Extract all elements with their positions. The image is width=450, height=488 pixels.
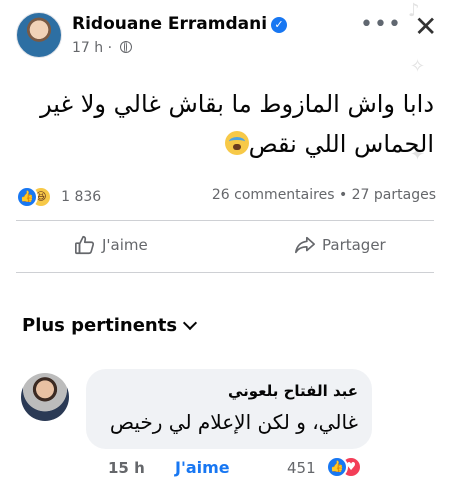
like-button-label: J'aime [102,236,148,254]
comment-text: غالي، و لكن الإعلام لي رخيص [109,410,358,434]
divider [16,272,434,273]
comment-like-button[interactable]: J'aime [175,458,230,477]
comment-time[interactable]: 15 h [108,459,145,477]
share-arrow-icon [295,236,315,254]
chevron-down-icon [182,315,198,331]
comment-author[interactable]: عبد الفتاح بلعوني [228,382,358,400]
anxious-face-emoji-icon [224,131,249,155]
like-reaction-icon: 👍 [16,186,38,208]
comment-sort-label: Plus pertinents [22,315,178,336]
globe-icon [119,41,132,53]
verified-badge-icon: ✓ [271,17,288,33]
post-time[interactable]: 17 h [72,40,103,56]
reactions-count: 1 836 [61,189,102,205]
like-button[interactable]: J'aime [74,234,148,258]
like-reaction-icon: 👍 [326,456,348,478]
post-text-line-2: الحماس اللي نقص [14,124,434,164]
comments-shares-count[interactable]: 26 commentaires • 27 partages [212,187,436,203]
comment-sort-dropdown[interactable]: Plus pertinents [22,315,198,336]
more-options-icon[interactable]: ••• [360,12,402,37]
post-text: دابا واش المازوط ما بقاش غالي ولا غير ال… [14,84,434,164]
post-author-name[interactable]: Ridouane Erramdani [72,14,267,34]
comment-reactions-count[interactable]: 451 [287,459,316,477]
music-note-icon: ♪ [408,0,420,21]
comment-reactions[interactable]: 👍 ♥ [326,456,362,478]
post-text-line-2-text: الحماس اللي نقص [248,130,434,158]
wand-icon: ✧ [410,56,426,77]
divider [16,220,434,221]
post-reactions-summary[interactable]: 👍😆 1 836 [16,186,101,208]
comment-bubble [86,369,372,449]
post-text-line-1: دابا واش المازوط ما بقاش غالي ولا غير [40,90,434,118]
author-avatar[interactable] [16,12,62,58]
commenter-avatar[interactable] [21,373,69,421]
post-meta: 17 h · [72,40,132,56]
share-button-label: Partager [322,236,386,254]
thumbs-up-icon [75,235,95,255]
share-button[interactable]: Partager [294,234,386,258]
post-author[interactable]: Ridouane Erramdani ✓ [72,14,288,34]
